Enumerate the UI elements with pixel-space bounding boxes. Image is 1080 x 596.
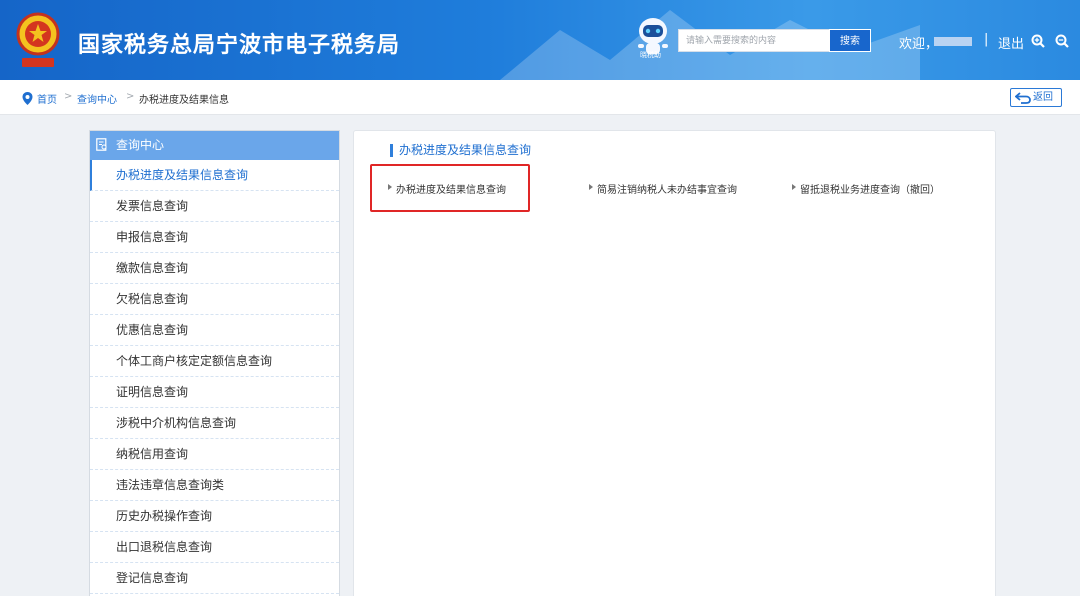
sidebar-item-declaration[interactable]: 申报信息查询 bbox=[90, 222, 339, 253]
link-tax-progress-query[interactable]: 办税进度及结果信息查询 bbox=[388, 181, 506, 196]
search-button[interactable]: 搜索 bbox=[829, 29, 871, 52]
breadcrumb-arrow: > bbox=[64, 91, 73, 102]
welcome-text: 欢迎， bbox=[899, 37, 939, 52]
sidebar-item-preferential[interactable]: 优惠信息查询 bbox=[90, 315, 339, 346]
sidebar-item-certificate[interactable]: 证明信息查询 bbox=[90, 377, 339, 408]
logout-link[interactable]: 退出 bbox=[998, 33, 1024, 52]
breadcrumb: 首页 > 查询中心 > 办税进度及结果信息 bbox=[0, 80, 1080, 115]
sidebar: 查询中心 办税进度及结果信息查询 发票信息查询 申报信息查询 缴款信息查询 欠税… bbox=[89, 130, 340, 596]
sidebar-item-tax-credit[interactable]: 纳税信用查询 bbox=[90, 439, 339, 470]
sidebar-item-registration[interactable]: 登记信息查询 bbox=[90, 563, 339, 594]
link-simplified-deregistration-query[interactable]: 简易注销纳税人未办结事宜查询 bbox=[589, 181, 737, 196]
back-button[interactable]: 返回 bbox=[1010, 88, 1062, 107]
back-label: 返回 bbox=[1033, 92, 1053, 103]
sidebar-item-individual-business[interactable]: 个体工商户核定定额信息查询 bbox=[90, 346, 339, 377]
link-vat-refund-progress-query[interactable]: 留抵退税业务进度查询（撤回） bbox=[792, 181, 940, 196]
back-arrow-icon bbox=[1015, 92, 1031, 104]
breadcrumb-query-center[interactable]: 查询中心 bbox=[77, 91, 117, 106]
sidebar-header-label: 查询中心 bbox=[116, 138, 165, 152]
sidebar-item-invoice[interactable]: 发票信息查询 bbox=[90, 191, 339, 222]
sidebar-item-payment[interactable]: 缴款信息查询 bbox=[90, 253, 339, 284]
site-header: 国家税务总局宁波市电子税务局 晓税助 搜索 欢迎， | 退出 bbox=[0, 0, 1080, 80]
main-panel: 办税进度及结果信息查询 办税进度及结果信息查询 简易注销纳税人未办结事宜查询 留… bbox=[353, 130, 996, 596]
sidebar-item-tax-progress[interactable]: 办税进度及结果信息查询 bbox=[90, 160, 339, 191]
sidebar-list: 办税进度及结果信息查询 发票信息查询 申报信息查询 缴款信息查询 欠税信息查询 … bbox=[90, 160, 339, 594]
sidebar-item-export-refund[interactable]: 出口退税信息查询 bbox=[90, 532, 339, 563]
panel-title: 办税进度及结果信息查询 bbox=[390, 144, 531, 157]
zoom-out-icon[interactable] bbox=[1055, 34, 1069, 48]
tax-emblem-logo bbox=[16, 12, 60, 67]
header-separator: | bbox=[984, 32, 989, 47]
breadcrumb-current: 办税进度及结果信息 bbox=[139, 95, 229, 106]
username-redacted bbox=[934, 37, 972, 46]
sidebar-item-history[interactable]: 历史办税操作查询 bbox=[90, 501, 339, 532]
sidebar-item-arrears[interactable]: 欠税信息查询 bbox=[90, 284, 339, 315]
sidebar-header: 查询中心 bbox=[90, 131, 339, 160]
search-input[interactable] bbox=[678, 29, 829, 52]
sidebar-item-violations[interactable]: 违法违章信息查询类 bbox=[90, 470, 339, 501]
breadcrumb-arrow: > bbox=[126, 91, 135, 102]
location-pin-icon bbox=[22, 92, 33, 105]
zoom-in-icon[interactable] bbox=[1031, 34, 1045, 48]
document-search-icon bbox=[96, 138, 107, 151]
sidebar-item-tax-agency[interactable]: 涉税中介机构信息查询 bbox=[90, 408, 339, 439]
site-title: 国家税务总局宁波市电子税务局 bbox=[78, 33, 401, 58]
breadcrumb-home[interactable]: 首页 bbox=[37, 91, 57, 106]
robot-label: 晓税助 bbox=[640, 51, 661, 59]
